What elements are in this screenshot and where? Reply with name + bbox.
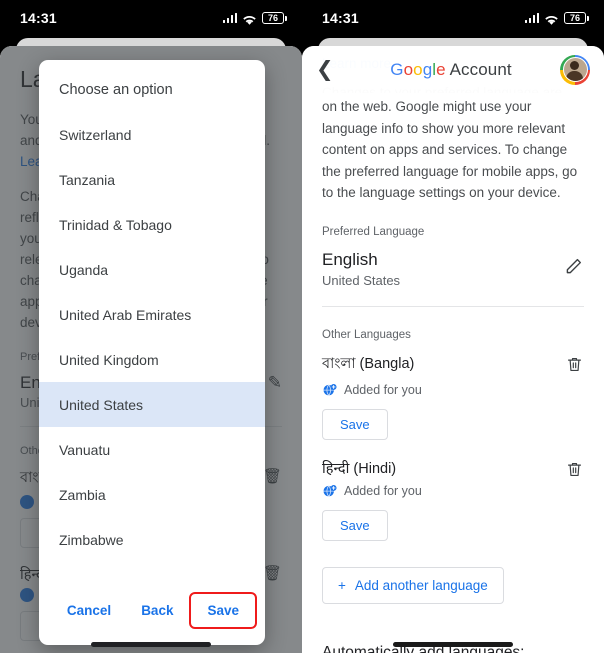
language-list-item: বাংলা (Bangla) Added for you Save	[322, 353, 584, 440]
add-another-label: Add another language	[354, 577, 488, 593]
other-languages-label: Other Languages	[322, 328, 411, 341]
status-time: 14:31	[20, 10, 57, 26]
trash-icon[interactable]	[565, 460, 584, 484]
globe-add-icon	[322, 484, 337, 499]
preferred-region-value: United States	[322, 272, 401, 288]
status-time: 14:31	[322, 10, 359, 26]
battery-icon: 76	[262, 12, 287, 24]
language-info: हिन्दी (Hindi) Added for you	[322, 458, 422, 499]
status-bar-left: 14:31 76	[0, 0, 302, 36]
option-item[interactable]: Trinidad & Tobago	[39, 202, 265, 247]
left-app-surface: Language You can change your preferred l…	[0, 46, 302, 653]
trash-icon[interactable]	[565, 355, 584, 379]
battery-icon: 76	[564, 12, 589, 24]
language-name: বাংলা (Bangla)	[322, 355, 415, 372]
cellular-signal-icon	[222, 13, 237, 23]
right-app-surface: Learn more Changes to your preferred lan…	[302, 46, 604, 653]
option-item[interactable]: Tanzania	[39, 157, 265, 202]
wifi-icon	[242, 13, 257, 25]
status-indicators: 76	[524, 12, 589, 25]
save-button[interactable]: Save	[322, 509, 388, 541]
screenshot-stage: 14:31 76 Language You can change your pr…	[0, 0, 604, 653]
language-info: বাংলা (Bangla) Added for you	[322, 353, 422, 398]
dialog-actions: Cancel Back Save	[39, 584, 265, 645]
right-phone-screen: 14:31 76 Learn more Changes to your pref…	[302, 0, 604, 653]
preferred-language-value: English	[322, 249, 378, 269]
wifi-icon	[544, 13, 559, 25]
cancel-button[interactable]: Cancel	[55, 594, 123, 627]
country-option-list[interactable]: Switzerland Tanzania Trinidad & Tobago U…	[39, 106, 265, 584]
choose-option-dialog: Choose an option Switzerland Tanzania Tr…	[39, 60, 265, 645]
home-indicator	[91, 642, 211, 647]
language-name: हिन्दी (Hindi)	[322, 460, 397, 477]
save-button[interactable]: Save	[322, 408, 388, 440]
pencil-icon[interactable]	[563, 256, 584, 282]
option-item-selected[interactable]: United States	[39, 382, 265, 427]
save-button[interactable]: Save	[189, 592, 257, 629]
divider	[322, 305, 584, 307]
status-bar-right: 14:31 76	[302, 0, 604, 36]
option-item[interactable]: Vanuatu	[39, 427, 265, 472]
account-avatar-icon[interactable]	[560, 54, 590, 85]
battery-level: 76	[267, 13, 278, 23]
option-item[interactable]: Uganda	[39, 247, 265, 292]
added-text: Added for you	[344, 484, 422, 498]
battery-level: 76	[569, 13, 580, 23]
language-list-item: हिन्दी (Hindi) Added for you Save	[322, 458, 584, 541]
globe-add-icon	[322, 383, 337, 398]
language-settings-content: on the web. Google might use your langua…	[302, 93, 604, 653]
google-account-title: Google Account	[342, 60, 560, 80]
back-chevron-icon[interactable]: ❮	[316, 59, 342, 80]
status-indicators: 76	[222, 12, 287, 25]
add-another-language-button[interactable]: + Add another language	[322, 566, 504, 604]
cellular-signal-icon	[524, 13, 539, 23]
preferred-language-text: English United States	[322, 250, 400, 288]
option-item[interactable]: United Kingdom	[39, 337, 265, 382]
added-text: Added for you	[344, 383, 422, 397]
option-item[interactable]: United Arab Emirates	[39, 292, 265, 337]
home-indicator	[393, 642, 513, 647]
preferred-language-row[interactable]: English United States	[322, 250, 584, 288]
option-item[interactable]: Switzerland	[39, 112, 265, 157]
avatar-photo	[562, 57, 588, 82]
account-word: Account	[445, 59, 512, 79]
plus-icon: +	[338, 577, 346, 593]
added-for-you-row: Added for you	[322, 484, 422, 499]
google-account-header: ❮ Google Account	[302, 46, 604, 93]
back-button[interactable]: Back	[129, 594, 185, 627]
option-item[interactable]: Zimbabwe	[39, 517, 265, 562]
dialog-title: Choose an option	[59, 82, 173, 98]
body-paragraph: on the web. Google might use your langua…	[322, 99, 578, 200]
google-wordmark: Google	[390, 59, 446, 79]
left-phone-screen: 14:31 76 Language You can change your pr…	[0, 0, 302, 653]
preferred-language-label: Preferred Language	[322, 225, 425, 238]
added-for-you-row: Added for you	[322, 383, 422, 398]
option-item[interactable]: Zambia	[39, 472, 265, 517]
